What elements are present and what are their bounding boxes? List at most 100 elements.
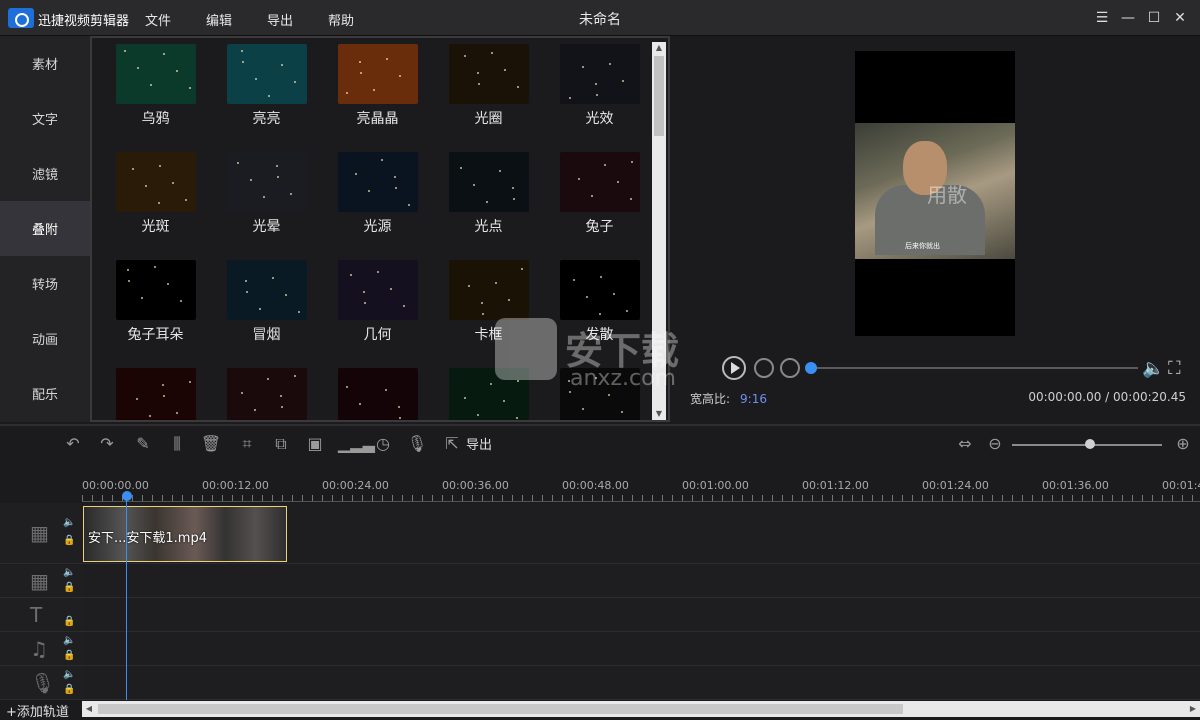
overlay-thumbnail[interactable] [115,152,196,212]
track-lock-icon[interactable]: 🔒 [63,684,75,695]
mosaic-icon[interactable]: ▣ [304,434,326,454]
scroll-up-icon[interactable]: ▲ [652,42,666,54]
overlay-thumbnail[interactable] [337,152,418,212]
overlay-thumbnail[interactable] [226,44,307,104]
overlay-thumbnail[interactable] [448,44,529,104]
resize-icon[interactable]: ⧉ [270,434,292,454]
track-lock-icon[interactable]: 🔒 [63,616,75,627]
play-button[interactable] [722,356,746,380]
scroll-left-icon[interactable]: ◀ [82,701,96,717]
zoom-slider-knob[interactable] [1085,439,1095,449]
clock-icon[interactable]: ◷ [372,434,394,454]
track-row-text[interactable] [82,598,1200,632]
menu-help[interactable]: 帮助 [328,10,389,29]
track-volume-icon[interactable]: 🔈 [63,517,75,528]
zoom-out-icon[interactable]: ⊖ [984,434,1006,454]
maximize-icon[interactable]: ☐ [1144,6,1164,30]
nav-item-overlay[interactable]: 叠附 [0,201,90,256]
volume-icon[interactable]: 🔈 [1142,358,1164,379]
playhead-handle[interactable] [122,491,132,501]
minimize-icon[interactable]: — [1118,6,1138,30]
track-row-music[interactable] [82,632,1200,666]
menu-export[interactable]: 导出 [267,10,328,29]
track-row-voice[interactable] [82,666,1200,700]
export-icon[interactable]: ⇱ [442,434,462,454]
overlay-tile[interactable]: 几何 [322,256,433,364]
overlay-thumbnail[interactable] [226,260,307,320]
time-ruler[interactable]: 00:00:00.00 00:00:12.00 00:00:24.00 00:0… [82,476,1200,502]
split-icon[interactable]: ⫼ [166,434,188,454]
timeline-scrollbar[interactable]: ◀ ▶ [82,701,1200,717]
track-volume-icon[interactable]: 🔈 [63,567,75,578]
overlay-tile[interactable] [544,364,655,420]
next-frame-button[interactable] [754,358,774,378]
overlay-tile[interactable]: 冒烟 [211,256,322,364]
fit-icon[interactable]: ⇔ [954,434,976,454]
overlay-thumbnail[interactable] [115,368,196,420]
track-row-video-2[interactable] [82,564,1200,598]
overlay-thumbnail[interactable] [226,152,307,212]
close-icon[interactable]: ✕ [1170,6,1190,30]
overlay-thumbnail[interactable] [448,152,529,212]
fullscreen-icon[interactable]: ⛶ [1168,358,1181,379]
overlay-tile[interactable] [433,364,544,420]
nav-item-text[interactable]: 文字 [0,91,90,146]
delete-icon[interactable]: 🗑 [200,434,222,454]
progress-track[interactable] [808,367,1138,369]
overlay-tile[interactable]: 光圈 [433,40,544,148]
overlay-tile[interactable] [100,364,211,420]
overlay-tile[interactable]: 卡框 [433,256,544,364]
track-volume-icon[interactable]: 🔈 [63,669,75,680]
overlay-thumbnail[interactable] [337,44,418,104]
menu-edit[interactable]: 编辑 [206,10,267,29]
zoom-in-icon[interactable]: ⊕ [1172,434,1194,454]
overlay-thumbnail[interactable] [559,260,640,320]
library-scroll-thumb[interactable] [654,56,664,136]
stop-button[interactable] [780,358,800,378]
overlay-thumbnail[interactable] [559,368,640,420]
overlay-tile[interactable]: 发散 [544,256,655,364]
overlay-thumbnail[interactable] [559,44,640,104]
menu-file[interactable]: 文件 [145,10,206,29]
scroll-down-icon[interactable]: ▼ [652,408,666,420]
overlay-tile[interactable] [322,364,433,420]
nav-item-filter[interactable]: 滤镜 [0,146,90,201]
overlay-tile[interactable]: 兔子耳朵 [100,256,211,364]
overlay-tile[interactable]: 乌鸦 [100,40,211,148]
export-button[interactable]: 导出 [466,434,492,453]
overlay-thumbnail[interactable] [337,260,418,320]
overlay-thumbnail[interactable] [115,44,196,104]
overlay-tile[interactable]: 光点 [433,148,544,256]
overlay-tile[interactable]: 亮晶晶 [322,40,433,148]
timeline-scroll-thumb[interactable] [98,704,903,714]
undo-icon[interactable]: ↶ [62,434,84,454]
redo-icon[interactable]: ↷ [96,434,118,454]
overlay-tile[interactable]: 兔子 [544,148,655,256]
video-clip[interactable]: 安下...安下载1.mp4 [83,506,287,562]
nav-item-music[interactable]: 配乐 [0,366,90,421]
overlay-thumbnail[interactable] [559,152,640,212]
track-lock-icon[interactable]: 🔒 [63,582,75,593]
hamburger-menu-icon[interactable]: ☰ [1092,6,1112,30]
track-lock-icon[interactable]: 🔒 [63,535,75,546]
nav-item-animation[interactable]: 动画 [0,311,90,366]
aspect-ratio-value[interactable]: 9:16 [740,392,767,406]
overlay-tile[interactable]: 光源 [322,148,433,256]
add-track-button[interactable]: +添加轨道 [6,701,69,720]
library-scrollbar[interactable]: ▲ ▼ [652,42,666,420]
crop-icon[interactable]: ⌗ [236,434,258,454]
overlay-thumbnail[interactable] [226,368,307,420]
overlay-tile[interactable]: 亮亮 [211,40,322,148]
overlay-tile[interactable]: 光斑 [100,148,211,256]
nav-item-material[interactable]: 素材 [0,36,90,91]
overlay-thumbnail[interactable] [448,368,529,420]
track-lock-icon[interactable]: 🔒 [63,650,75,661]
microphone-icon[interactable]: 🎙 [406,434,428,454]
progress-knob[interactable] [805,362,817,374]
overlay-thumbnail[interactable] [115,260,196,320]
playhead-line[interactable] [126,500,127,700]
overlay-tile[interactable]: 光晕 [211,148,322,256]
overlay-tile[interactable] [211,364,322,420]
audio-wave-icon[interactable]: ▁▂▃ [338,434,375,454]
overlay-thumbnail[interactable] [337,368,418,420]
